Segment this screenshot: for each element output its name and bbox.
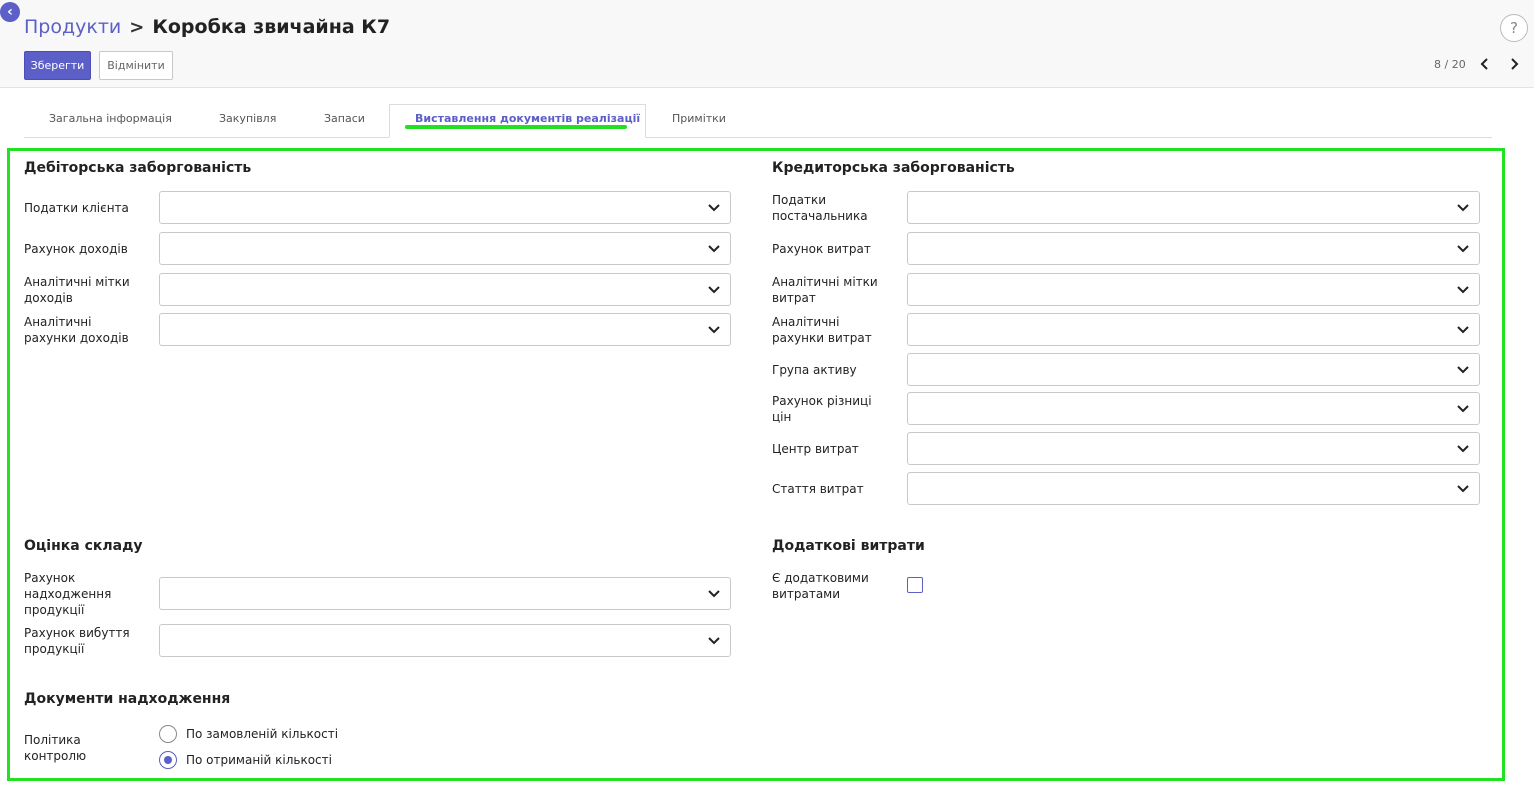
asset-group-select[interactable] [907, 353, 1480, 386]
chevron-down-icon [1457, 245, 1469, 253]
chevron-left-icon [1480, 58, 1488, 70]
received-quantity-radio[interactable] [159, 751, 177, 769]
tab-purchase[interactable]: Закупівля [219, 112, 276, 125]
chevron-down-icon [1457, 366, 1469, 374]
discard-button[interactable]: Відмінити [99, 51, 173, 80]
breadcrumb: Продукти > Коробка звичайна К7 [24, 16, 390, 38]
customer-taxes-label: Податки клієнта [24, 201, 129, 215]
expense-analytic-accounts-label: Аналітичні рахунки витрат [772, 315, 872, 345]
income-analytic-accounts-label: Аналітичні рахунки доходів [24, 315, 129, 345]
customer-taxes-select[interactable] [159, 191, 731, 224]
tab-invoicing[interactable]: Виставлення документів реалізації [415, 112, 640, 125]
chevron-down-icon [708, 245, 720, 253]
pager-previous-button[interactable] [1476, 54, 1494, 74]
ordered-quantity-radio[interactable] [159, 725, 177, 743]
income-account-label: Рахунок доходів [24, 242, 128, 256]
control-panel: ‹ Продукти > Коробка звичайна К7 Зберегт… [0, 0, 1534, 88]
expense-analytic-accounts-select[interactable] [907, 313, 1480, 346]
breadcrumb-parent-link[interactable]: Продукти [24, 16, 121, 38]
expense-account-select[interactable] [907, 232, 1480, 265]
expense-account-label: Рахунок витрат [772, 242, 871, 256]
vendor-taxes-label: Податки постачальника [772, 193, 868, 223]
receivable-section-title: Дебіторська заборгованість [24, 160, 252, 176]
income-analytic-accounts-select[interactable] [159, 313, 731, 346]
tab-inventory[interactable]: Запаси [324, 112, 365, 125]
page-title: Коробка звичайна К7 [152, 16, 391, 38]
chevron-down-icon [1457, 204, 1469, 212]
chevron-down-icon [708, 286, 720, 294]
chevron-down-icon [1457, 326, 1469, 334]
stock-input-account-select[interactable] [159, 577, 731, 610]
chevron-right-icon [1511, 58, 1519, 70]
is-landed-cost-label: Є додатковими витратами [772, 571, 869, 601]
chevron-down-icon [708, 204, 720, 212]
help-icon[interactable]: ? [1500, 14, 1528, 42]
chevron-down-icon [708, 637, 720, 645]
stock-input-account-label: Рахунок надходження продукції [24, 571, 112, 617]
stock-valuation-section-title: Оцінка складу [24, 538, 143, 554]
receipts-section-title: Документи надходження [24, 691, 231, 707]
chevron-down-icon [1457, 405, 1469, 413]
payable-section-title: Кредиторська заборгованість [772, 160, 1015, 176]
chevron-down-icon [708, 326, 720, 334]
landed-costs-section-title: Додаткові витрати [772, 538, 925, 554]
control-policy-label: Політика контролю [24, 733, 87, 763]
income-account-select[interactable] [159, 232, 731, 265]
notebook-tabs: Загальна інформація Закупівля Запаси Вис… [24, 104, 1492, 138]
pager-next-button[interactable] [1505, 54, 1523, 74]
chevron-down-icon [1457, 445, 1469, 453]
chevron-down-icon [1457, 485, 1469, 493]
tab-general-information[interactable]: Загальна інформація [49, 112, 172, 125]
active-tab-highlight [405, 125, 627, 129]
tab-notes[interactable]: Примітки [672, 112, 726, 125]
breadcrumb-separator: > [129, 16, 145, 38]
price-difference-account-select[interactable] [907, 392, 1480, 425]
pager-value[interactable]: 8 / 20 [1434, 58, 1466, 71]
asset-group-label: Група активу [772, 363, 857, 377]
cost-center-select[interactable] [907, 432, 1480, 465]
chevron-down-icon [708, 590, 720, 598]
is-landed-cost-checkbox[interactable] [907, 577, 923, 593]
stock-output-account-select[interactable] [159, 624, 731, 657]
price-difference-account-label: Рахунок різниці цін [772, 394, 872, 424]
ordered-quantity-label[interactable]: По замовленій кількості [186, 727, 338, 741]
received-quantity-label[interactable]: По отриманій кількості [186, 753, 332, 767]
chevron-down-icon [1457, 286, 1469, 294]
expense-analytic-tags-label: Аналітичні мітки витрат [772, 275, 878, 305]
vendor-taxes-select[interactable] [907, 191, 1480, 224]
cost-center-label: Центр витрат [772, 442, 859, 456]
expense-analytic-tags-select[interactable] [907, 273, 1480, 306]
back-icon[interactable]: ‹ [0, 2, 20, 22]
save-button[interactable]: Зберегти [24, 51, 91, 80]
income-analytic-tags-select[interactable] [159, 273, 731, 306]
expense-item-select[interactable] [907, 472, 1480, 505]
expense-item-label: Стаття витрат [772, 482, 864, 496]
stock-output-account-label: Рахунок вибуття продукції [24, 626, 130, 656]
income-analytic-tags-label: Аналітичні мітки доходів [24, 275, 130, 305]
